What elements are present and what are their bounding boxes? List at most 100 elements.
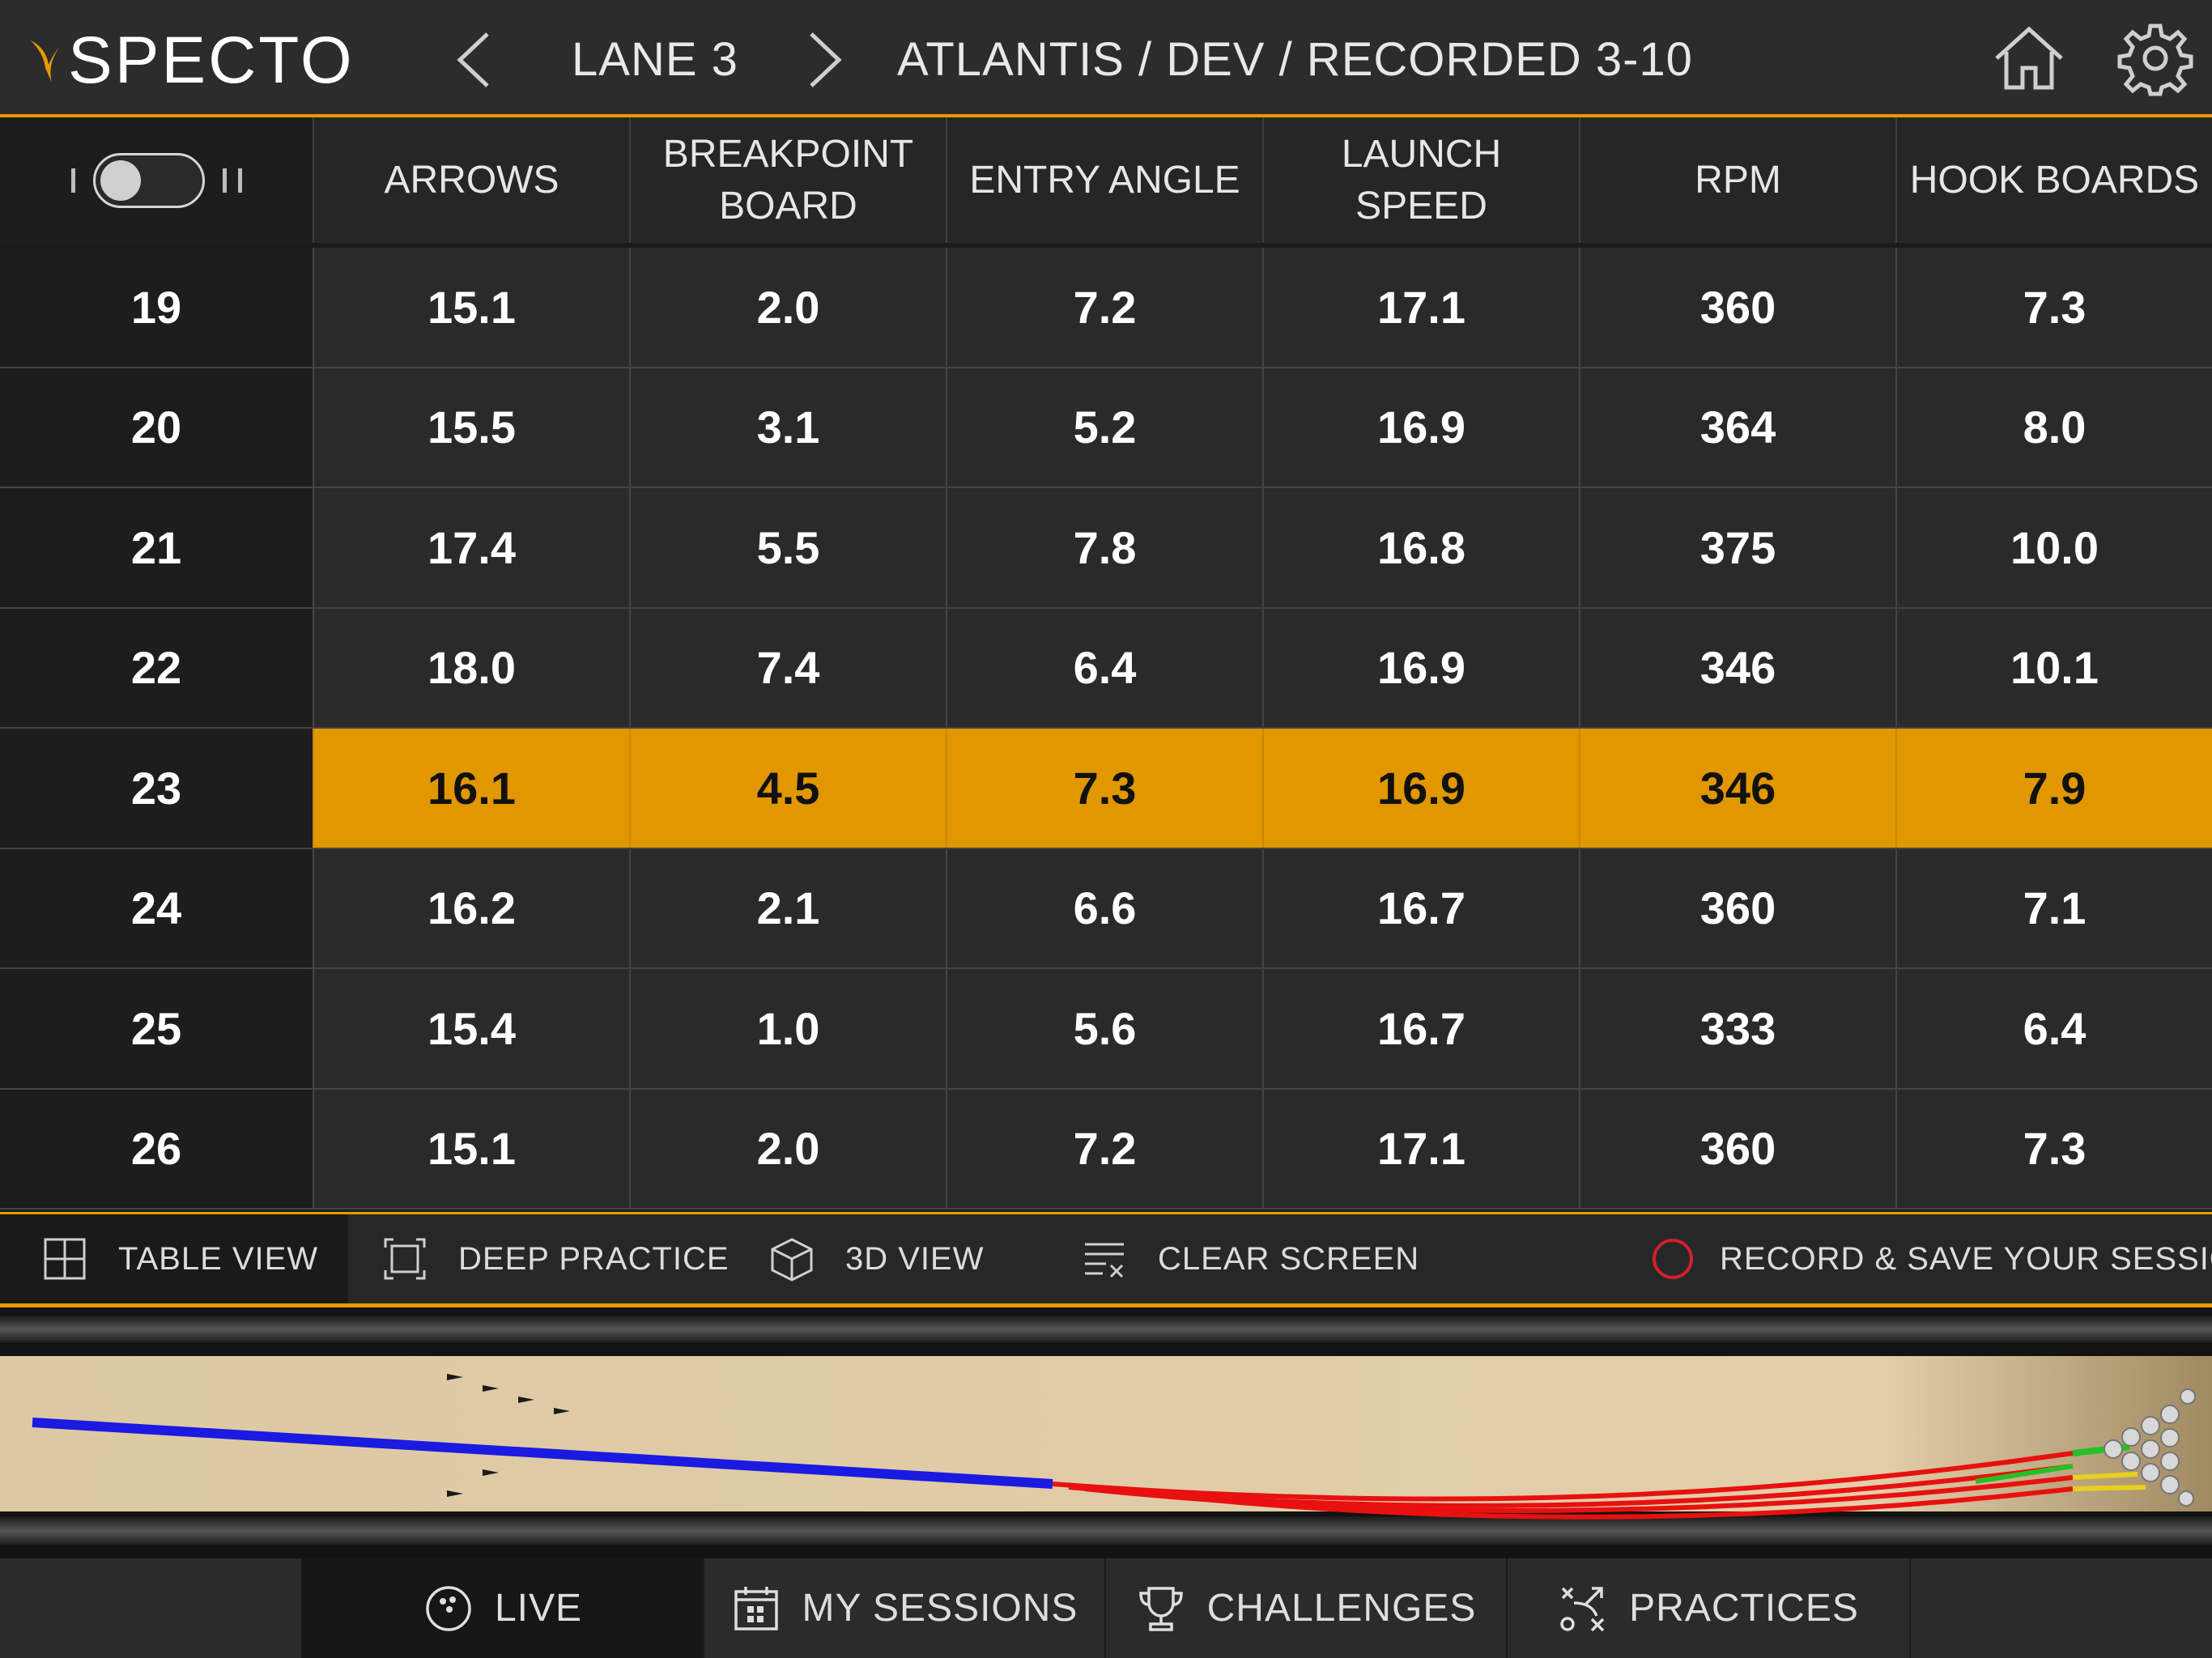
logo-text: SPECTO xyxy=(68,23,355,97)
cell-hook-boards: 7.3 xyxy=(1895,1089,2212,1208)
cell-rpm: 360 xyxy=(1579,848,1895,967)
home-button[interactable] xyxy=(1990,19,2068,97)
3d-view-label: 3D VIEW xyxy=(845,1240,985,1277)
column-header-hook-boards[interactable]: HOOK BOARDS xyxy=(1895,117,2212,243)
column-header-breakpoint-board[interactable]: BREAKPOINT BOARD xyxy=(629,117,946,243)
cell-rpm: 360 xyxy=(1579,1089,1895,1208)
nav-challenges[interactable]: CHALLENGES xyxy=(1104,1558,1506,1658)
view-toggle-cell xyxy=(0,117,313,243)
cell-arrows: 18.0 xyxy=(313,608,629,727)
table-row[interactable]: 25 15.4 1.0 5.6 16.7 333 6.4 xyxy=(0,969,2212,1090)
cell-hook-boards: 10.0 xyxy=(1895,488,2212,607)
table-row[interactable]: 21 17.4 5.5 7.8 16.8 375 10.0 xyxy=(0,488,2212,609)
session-breadcrumb: ATLANTIS / DEV / RECORDED 3-10 xyxy=(897,33,1693,86)
lane-label: LANE 3 xyxy=(572,33,738,86)
cell-arrows: 17.4 xyxy=(313,488,629,607)
column-header-launch-speed[interactable]: LAUNCH SPEED xyxy=(1262,117,1579,243)
table-row[interactable]: 19 15.1 2.0 7.2 17.1 360 7.3 xyxy=(0,248,2212,368)
cell-frame: 24 xyxy=(0,848,313,967)
cell-frame: 26 xyxy=(0,1089,313,1208)
cell-breakpoint: 1.0 xyxy=(629,969,946,1088)
table-row[interactable]: 24 16.2 2.1 6.6 16.7 360 7.1 xyxy=(0,848,2212,969)
clear-screen-button[interactable]: CLEAR SCREEN xyxy=(1082,1214,1419,1303)
nav-my-sessions[interactable]: MY SESSIONS xyxy=(703,1558,1104,1658)
lane-svg xyxy=(0,1307,2212,1558)
flame-logo-icon xyxy=(31,40,60,83)
cell-frame: 19 xyxy=(0,248,313,367)
record-session-button[interactable]: RECORD & SAVE YOUR SESSION xyxy=(1650,1214,2212,1303)
cell-rpm: 360 xyxy=(1579,248,1895,367)
next-lane-button[interactable] xyxy=(800,31,849,89)
cell-entry-angle: 7.8 xyxy=(946,488,1262,607)
nav-practices[interactable]: PRACTICES xyxy=(1506,1558,1911,1658)
trophy-icon xyxy=(1138,1586,1183,1631)
deep-practice-button[interactable]: DEEP PRACTICE xyxy=(382,1214,730,1303)
settings-button[interactable] xyxy=(2116,19,2194,97)
cell-frame: 23 xyxy=(0,729,313,848)
column-header-rpm[interactable]: RPM xyxy=(1579,117,1895,243)
cell-arrows: 16.1 xyxy=(313,729,629,848)
3d-view-button[interactable]: 3D VIEW xyxy=(769,1214,984,1303)
toggle-knob xyxy=(100,159,141,201)
table-view-button[interactable]: TABLE VIEW xyxy=(0,1214,348,1303)
cube-icon xyxy=(771,1238,813,1282)
bottom-navigation: LIVE MY SESSIONS CHALLENGES PRACTICES xyxy=(0,1558,2212,1658)
table-header-row: ARROWS BREAKPOINT BOARD ENTRY ANGLE LAUN… xyxy=(0,117,2212,248)
cell-launch-speed: 16.9 xyxy=(1262,729,1579,848)
record-session-label: RECORD & SAVE YOUR SESSION xyxy=(1720,1240,2212,1277)
cell-breakpoint: 7.4 xyxy=(629,608,946,727)
cell-launch-speed: 16.9 xyxy=(1262,368,1579,487)
cell-entry-angle: 7.3 xyxy=(946,729,1262,848)
cell-breakpoint: 2.0 xyxy=(629,1089,946,1208)
cell-hook-boards: 10.1 xyxy=(1895,608,2212,727)
frame-corners-icon xyxy=(384,1238,426,1280)
cell-frame: 20 xyxy=(0,368,313,487)
cell-frame: 22 xyxy=(0,608,313,727)
nav-challenges-label: CHALLENGES xyxy=(1206,1587,1477,1630)
column-header-entry-angle[interactable]: ENTRY ANGLE xyxy=(946,117,1262,243)
cell-rpm: 364 xyxy=(1579,368,1895,487)
forward-arrow-icon xyxy=(810,32,842,87)
cell-launch-speed: 17.1 xyxy=(1262,248,1579,367)
cell-arrows: 16.2 xyxy=(313,848,629,967)
top-gutter xyxy=(0,1316,2212,1343)
table-row-selected[interactable]: 23 16.1 4.5 7.3 16.9 346 7.9 xyxy=(0,729,2212,849)
cell-rpm: 346 xyxy=(1579,608,1895,727)
deep-practice-label: DEEP PRACTICE xyxy=(458,1240,730,1277)
table-row[interactable]: 20 15.5 3.1 5.2 16.9 364 8.0 xyxy=(0,368,2212,488)
cell-hook-boards: 7.3 xyxy=(1895,248,2212,367)
nav-live-label: LIVE xyxy=(494,1587,583,1630)
table-row[interactable]: 22 18.0 7.4 6.4 16.9 346 10.1 xyxy=(0,608,2212,729)
cell-hook-boards: 7.9 xyxy=(1895,729,2212,848)
gear-icon xyxy=(2117,23,2193,96)
cell-breakpoint: 3.1 xyxy=(629,368,946,487)
cell-launch-speed: 16.7 xyxy=(1262,969,1579,1088)
shot-data-table: ARROWS BREAKPOINT BOARD ENTRY ANGLE LAUN… xyxy=(0,117,2212,1209)
cell-breakpoint: 4.5 xyxy=(629,729,946,848)
cell-frame: 25 xyxy=(0,969,313,1088)
previous-lane-button[interactable] xyxy=(450,31,499,89)
lane-visualization[interactable] xyxy=(0,1307,2212,1558)
grid-icon xyxy=(44,1238,86,1280)
toggle-switch[interactable] xyxy=(92,152,205,208)
cell-arrows: 15.1 xyxy=(313,248,629,367)
cell-hook-boards: 7.1 xyxy=(1895,848,2212,967)
cell-entry-angle: 7.2 xyxy=(946,248,1262,367)
bottom-gutter xyxy=(0,1516,2212,1545)
cell-hook-boards: 8.0 xyxy=(1895,368,2212,487)
back-arrow-icon xyxy=(457,32,489,87)
cell-arrows: 15.1 xyxy=(313,1089,629,1208)
cell-frame: 21 xyxy=(0,488,313,607)
nav-my-sessions-label: MY SESSIONS xyxy=(802,1587,1078,1630)
table-view-label: TABLE VIEW xyxy=(118,1240,319,1277)
table-row[interactable]: 26 15.1 2.0 7.2 17.1 360 7.3 xyxy=(0,1089,2212,1209)
cell-launch-speed: 16.9 xyxy=(1262,608,1579,727)
toggle-right-mark xyxy=(222,168,242,193)
view-toggle[interactable] xyxy=(70,152,242,208)
nav-live[interactable]: LIVE xyxy=(301,1558,703,1658)
strategy-play-icon xyxy=(1560,1586,1605,1631)
bowling-ball-icon xyxy=(426,1585,471,1631)
nav-practices-label: PRACTICES xyxy=(1629,1587,1859,1630)
cell-entry-angle: 5.6 xyxy=(946,969,1262,1088)
column-header-arrows[interactable]: ARROWS xyxy=(313,117,629,243)
